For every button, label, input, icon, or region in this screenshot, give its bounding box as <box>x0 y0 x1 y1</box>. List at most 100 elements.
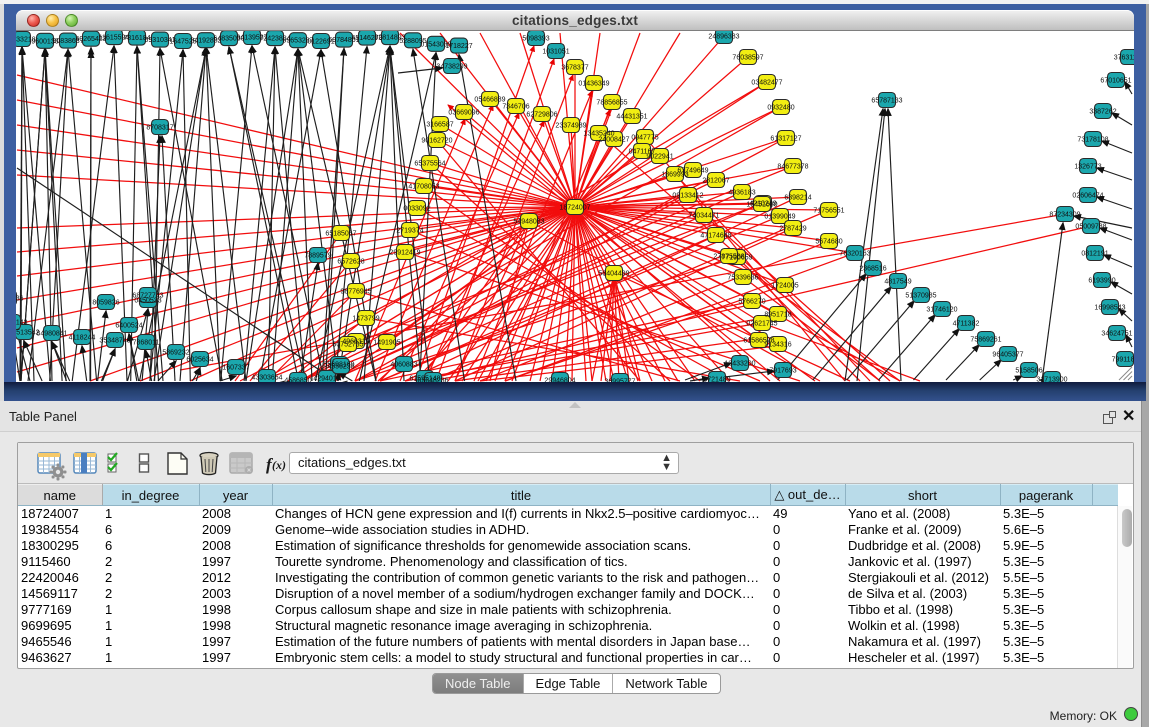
svg-text:31713900: 31713900 <box>1036 377 1067 383</box>
svg-text:15451680: 15451680 <box>746 202 777 209</box>
svg-text:67749649: 67749649 <box>677 168 708 175</box>
svg-text:1031051: 1031051 <box>542 49 569 56</box>
svg-text:35348740: 35348740 <box>99 338 130 345</box>
svg-text:84980841: 84980841 <box>36 331 67 338</box>
svg-text:(x): (x) <box>272 458 286 472</box>
svg-text:05009788: 05009788 <box>1075 224 1106 231</box>
svg-text:37631165: 37631165 <box>1114 55 1134 62</box>
svg-text:4556238: 4556238 <box>327 364 354 371</box>
svg-text:8951718: 8951718 <box>764 312 791 319</box>
svg-text:9022941: 9022941 <box>646 154 673 161</box>
svg-text:96405377: 96405377 <box>992 352 1023 359</box>
svg-text:3166587: 3166587 <box>426 122 453 129</box>
svg-text:0932480: 0932480 <box>767 105 794 112</box>
svg-text:7868011: 7868011 <box>133 340 160 347</box>
svg-text:5766270: 5766270 <box>738 299 765 306</box>
svg-text:7917693: 7917693 <box>769 368 796 375</box>
svg-text:6398214: 6398214 <box>784 195 811 202</box>
svg-text:7991183: 7991183 <box>1112 357 1134 364</box>
svg-text:0947775: 0947775 <box>631 135 658 142</box>
svg-text:8059826: 8059826 <box>92 300 119 307</box>
svg-text:4118244: 4118244 <box>69 335 96 342</box>
svg-text:75339636: 75339636 <box>727 275 758 282</box>
svg-text:1491905: 1491905 <box>373 340 400 347</box>
svg-text:0812191: 0812191 <box>1081 251 1108 258</box>
svg-text:7889579: 7889579 <box>304 253 331 260</box>
svg-text:75869261: 75869261 <box>970 337 1001 344</box>
svg-text:55812236: 55812236 <box>16 296 24 303</box>
svg-text:5674680: 5674680 <box>815 239 842 246</box>
svg-text:6572628: 6572628 <box>337 259 364 266</box>
svg-text:51370985: 51370985 <box>905 293 936 300</box>
svg-text:1724005: 1724005 <box>771 283 798 290</box>
svg-text:36995777: 36995777 <box>604 379 635 383</box>
svg-text:6025634: 6025634 <box>186 357 213 364</box>
svg-text:65648236: 65648236 <box>417 378 448 383</box>
svg-text:43303654: 43303654 <box>251 375 282 382</box>
svg-text:74034471: 74034471 <box>688 213 719 220</box>
svg-text:84677378: 84677378 <box>777 164 808 171</box>
svg-text:5869232: 5869232 <box>162 350 189 357</box>
svg-text:34624751: 34624751 <box>1101 331 1132 338</box>
svg-text:4586850: 4586850 <box>284 378 311 383</box>
svg-text:23374989: 23374989 <box>555 123 586 130</box>
svg-text:09133412: 09133412 <box>672 193 703 200</box>
svg-text:13433200: 13433200 <box>724 361 755 368</box>
svg-text:1326773: 1326773 <box>1074 164 1101 171</box>
svg-text:41708053: 41708053 <box>408 184 439 191</box>
svg-text:27875588: 27875588 <box>713 254 744 261</box>
svg-text:67010651: 67010651 <box>1100 78 1131 85</box>
svg-text:73178108: 73178108 <box>1077 137 1108 144</box>
svg-text:31746120: 31746120 <box>926 307 957 314</box>
svg-text:05466889: 05466889 <box>474 97 505 104</box>
svg-text:02621745: 02621745 <box>746 321 777 328</box>
svg-text:0033092: 0033092 <box>403 206 430 213</box>
svg-text:9134316: 9134316 <box>764 342 791 349</box>
svg-text:2368516: 2368516 <box>859 266 886 273</box>
svg-text:76038597: 76038597 <box>732 55 763 62</box>
svg-text:4711382: 4711382 <box>953 321 980 328</box>
svg-text:4294019: 4294019 <box>313 376 340 383</box>
svg-text:87347143: 87347143 <box>16 320 28 327</box>
svg-text:03482477: 03482477 <box>751 80 782 87</box>
svg-text:98776945: 98776945 <box>340 289 371 296</box>
svg-text:4936183: 4936183 <box>728 190 755 197</box>
svg-text:65185067: 65185067 <box>325 231 356 238</box>
svg-text:68727743: 68727743 <box>132 293 163 300</box>
svg-text:18724007: 18724007 <box>559 205 590 212</box>
svg-text:1718227: 1718227 <box>445 43 472 50</box>
svg-text:1473799: 1473799 <box>352 316 379 323</box>
svg-text:2719374: 2719374 <box>396 228 423 235</box>
svg-text:34738299: 34738299 <box>436 64 467 71</box>
svg-text:4060883: 4060883 <box>390 362 417 369</box>
svg-text:01436349: 01436349 <box>578 81 609 88</box>
svg-text:87234309: 87234309 <box>1049 212 1080 219</box>
svg-text:24896383: 24896383 <box>708 34 739 41</box>
svg-text:29912419: 29912419 <box>389 250 420 257</box>
svg-text:90162720: 90162720 <box>421 138 452 145</box>
svg-text:71756551: 71756551 <box>813 208 844 215</box>
svg-text:8721489: 8721489 <box>703 377 730 383</box>
svg-text:29946804: 29946804 <box>544 378 575 383</box>
svg-text:4817549: 4817549 <box>884 279 911 286</box>
svg-text:58404499: 58404499 <box>598 271 629 278</box>
svg-text:61317127: 61317127 <box>770 136 801 143</box>
svg-text:44431351: 44431351 <box>616 114 647 121</box>
svg-text:6193990: 6193990 <box>1088 278 1115 285</box>
svg-text:65375564: 65375564 <box>414 161 445 168</box>
svg-text:5158506: 5158506 <box>1015 368 1042 375</box>
svg-text:5098393: 5098393 <box>522 36 549 43</box>
svg-text:50752735: 50752735 <box>332 342 363 349</box>
svg-text:6400524: 6400524 <box>115 323 142 330</box>
svg-text:76320163: 76320163 <box>839 251 870 258</box>
svg-text:1607337: 1607337 <box>222 365 249 372</box>
svg-text:01399049: 01399049 <box>764 214 795 221</box>
svg-text:65787133: 65787133 <box>871 98 902 105</box>
svg-text:16998543: 16998543 <box>1094 305 1125 312</box>
svg-text:2812067: 2812067 <box>702 178 729 185</box>
svg-text:47174648: 47174648 <box>700 233 731 240</box>
svg-text:8708317: 8708317 <box>146 125 173 132</box>
svg-text:62729806: 62729806 <box>526 112 557 119</box>
svg-text:78856855: 78856855 <box>596 100 627 107</box>
svg-text:54948083: 54948083 <box>513 219 544 226</box>
